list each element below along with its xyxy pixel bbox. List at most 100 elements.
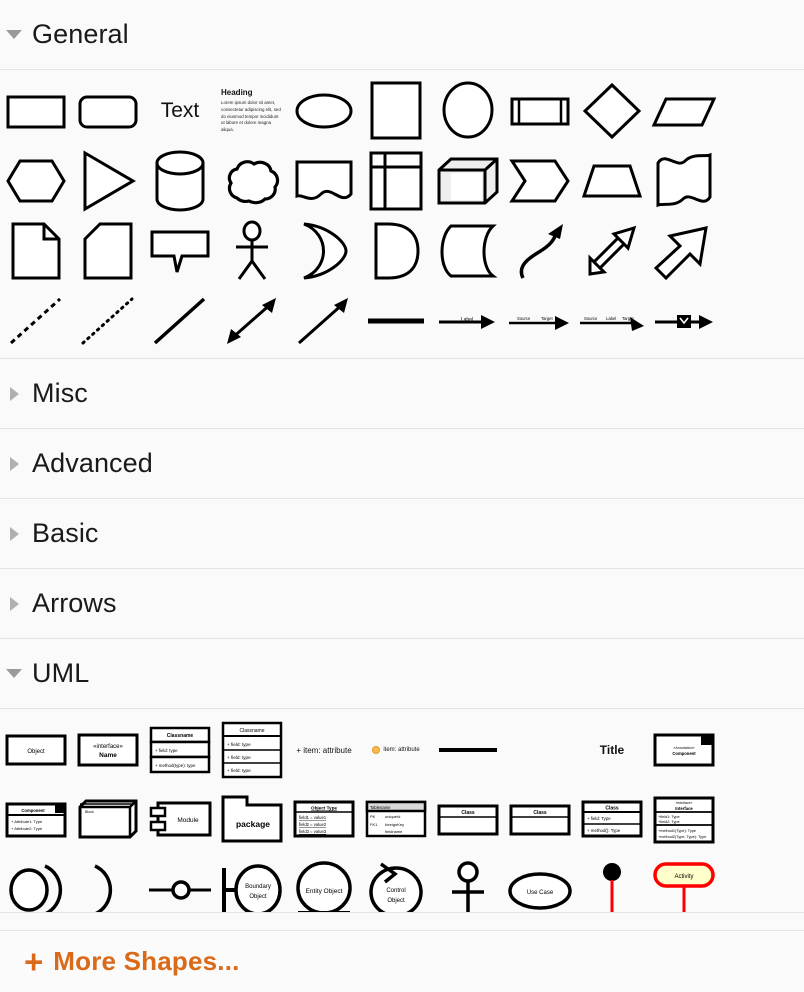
shape-rectangle[interactable] <box>0 76 72 146</box>
shape-rounded-rectangle[interactable] <box>72 76 144 146</box>
section-header-arrows[interactable]: Arrows <box>0 569 804 639</box>
shape-step[interactable] <box>504 146 576 216</box>
chevron-right-icon[interactable] <box>10 596 19 611</box>
shape-uml-class-simple[interactable]: Class <box>432 785 504 855</box>
shape-uml-component[interactable]: Component + Attribute1: Type + Attribute… <box>0 785 72 855</box>
shape-uml-required-interface[interactable] <box>72 855 144 912</box>
shape-text[interactable]: Text <box>144 76 216 146</box>
chevron-right-icon[interactable] <box>10 386 19 401</box>
shape-bidirectional-arrow[interactable] <box>216 286 288 356</box>
shape-uml-module[interactable]: Module <box>144 785 216 855</box>
section-title-advanced: Advanced <box>32 448 153 478</box>
shape-uml-title[interactable]: Title <box>576 715 648 785</box>
shape-row: Object «interface» Name Classname + fiel… <box>0 715 804 785</box>
shape-uml-activation[interactable] <box>576 855 648 912</box>
shape-uml-control-object[interactable]: Control Object <box>360 855 432 912</box>
control-object-label-2: Object <box>387 898 405 904</box>
chevron-down-icon[interactable] <box>6 669 22 678</box>
shape-and[interactable] <box>360 216 432 286</box>
shape-uml-table[interactable]: Tablename PK uniqueId FK1 foreignKey fie… <box>360 785 432 855</box>
shape-arrow[interactable] <box>648 216 720 286</box>
uml-objecttype-field-2: field2 = value2 <box>299 822 327 827</box>
more-shapes-button[interactable]: + More Shapes... <box>0 930 804 992</box>
shape-uml-class-5[interactable]: Classname + field: type + field: type + … <box>216 715 288 785</box>
shape-dotted-line[interactable] <box>72 286 144 356</box>
shape-hexagon[interactable] <box>0 146 72 216</box>
shape-cube[interactable] <box>432 146 504 216</box>
uml-class5-header: Classname <box>239 728 264 734</box>
uml-module-label: Module <box>177 817 199 824</box>
shape-cylinder[interactable] <box>144 146 216 216</box>
shape-dashed-line[interactable] <box>0 286 72 356</box>
shape-triangle[interactable] <box>72 146 144 216</box>
shape-parallelogram[interactable] <box>648 76 720 146</box>
shape-trapezoid[interactable] <box>576 146 648 216</box>
uml-object-label: Object <box>27 749 45 755</box>
uml-component-attr-1: + Attribute1: Type <box>11 819 43 824</box>
shape-uml-spacer[interactable] <box>504 715 576 785</box>
section-header-uml[interactable]: UML <box>0 639 804 709</box>
section-header-general[interactable]: General <box>0 0 804 70</box>
section-header-basic[interactable]: Basic <box>0 499 804 569</box>
shape-document[interactable] <box>288 146 360 216</box>
shape-connector-with-label[interactable]: Label <box>432 286 504 356</box>
shape-directional-arrow[interactable] <box>288 286 360 356</box>
shape-uml-annotated-component[interactable]: «Annotation» Component <box>648 715 720 785</box>
shape-uml-object[interactable]: Object <box>0 715 72 785</box>
shape-ellipse[interactable] <box>288 76 360 146</box>
shape-uml-item-1[interactable]: + item: attribute <box>288 715 360 785</box>
connector-label-target: Target <box>622 316 634 321</box>
shape-or[interactable] <box>288 216 360 286</box>
shape-uml-use-case[interactable]: Use Case <box>504 855 576 912</box>
shape-uml-item-2[interactable]: item: attribute <box>360 715 432 785</box>
shape-uml-package[interactable]: package <box>216 785 288 855</box>
shape-uml-interface[interactable]: «interface» Name <box>72 715 144 785</box>
section-title-basic: Basic <box>32 518 99 548</box>
boundary-object-label-1: Boundary <box>245 884 271 890</box>
shape-internal-storage[interactable] <box>360 146 432 216</box>
shape-uml-block[interactable]: Block <box>72 785 144 855</box>
section-title-uml: UML <box>32 658 90 688</box>
shape-data-storage[interactable] <box>432 216 504 286</box>
shape-circle[interactable] <box>432 76 504 146</box>
shape-uml-provided-required-interface[interactable] <box>0 855 72 912</box>
shape-uml-boundary-object[interactable]: Boundary Object <box>216 855 288 912</box>
shape-connector-with-3-labels[interactable]: Source Label Target <box>576 286 648 356</box>
shape-uml-object-type[interactable]: Object Type field1 = value1 field2 = val… <box>288 785 360 855</box>
connector-label: Label <box>461 317 473 323</box>
shape-callout[interactable] <box>144 216 216 286</box>
shape-connector-with-2-labels[interactable]: Source Target <box>504 286 576 356</box>
shape-uml-interface-2[interactable]: «interface» Interface +field1: Type +fie… <box>648 785 720 855</box>
section-header-misc[interactable]: Misc <box>0 359 804 429</box>
shape-uml-divider[interactable] <box>432 715 504 785</box>
shape-square[interactable] <box>360 76 432 146</box>
shape-uml-lollipop-notation[interactable] <box>144 855 216 912</box>
uml-class4-method: + method(): Type <box>587 828 621 833</box>
shape-textbox[interactable]: Heading Lorem ipsum dolor sit amet, cons… <box>216 76 288 146</box>
uml-component-attr-2: + Attribute2: Type <box>11 826 43 831</box>
shape-uml-class-4[interactable]: Class + field: Type + method(): Type <box>576 785 648 855</box>
shape-cloud[interactable] <box>216 146 288 216</box>
shape-actor[interactable] <box>216 216 288 286</box>
shape-line[interactable] <box>144 286 216 356</box>
chevron-right-icon[interactable] <box>10 526 19 541</box>
shape-double-arrow[interactable] <box>576 216 648 286</box>
shape-uml-class-2[interactable]: Class <box>504 785 576 855</box>
shape-connector-with-symbol[interactable] <box>648 286 720 356</box>
uml-table-r1c2: uniqueId <box>385 814 400 819</box>
chevron-down-icon[interactable] <box>6 30 22 39</box>
chevron-right-icon[interactable] <box>10 456 19 471</box>
shape-curved-arrow[interactable] <box>504 216 576 286</box>
shape-uml-entity-object[interactable]: Entity Object <box>288 855 360 912</box>
shape-link[interactable] <box>360 286 432 356</box>
shape-tape[interactable] <box>648 146 720 216</box>
shape-uml-class-3[interactable]: Classname + field: type + method(type): … <box>144 715 216 785</box>
shape-process[interactable] <box>504 76 576 146</box>
shape-uml-activity[interactable]: Activity <box>648 855 720 912</box>
plus-icon: + <box>24 943 44 980</box>
section-header-advanced[interactable]: Advanced <box>0 429 804 499</box>
shape-card[interactable] <box>72 216 144 286</box>
shape-uml-actor[interactable] <box>432 855 504 912</box>
shape-note[interactable] <box>0 216 72 286</box>
shape-diamond[interactable] <box>576 76 648 146</box>
